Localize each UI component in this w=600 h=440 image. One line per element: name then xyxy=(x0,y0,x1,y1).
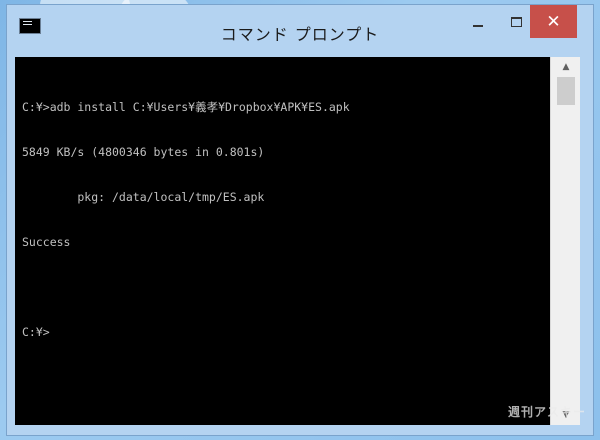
scroll-thumb[interactable] xyxy=(557,77,575,105)
title-bar[interactable]: コマンド プロンプト ✕ xyxy=(7,5,593,57)
maximize-icon xyxy=(510,17,522,27)
console-line: Success xyxy=(22,235,71,249)
console-prompt: C:¥> xyxy=(22,325,50,339)
console-line: C:¥>adb install C:¥Users¥義孝¥Dropbox¥APK¥… xyxy=(22,100,350,114)
chevron-up-icon: ▲ xyxy=(562,62,570,72)
command-prompt-window: コマンド プロンプト ✕ C:¥>adb install C:¥Users¥義孝… xyxy=(6,4,594,436)
close-icon: ✕ xyxy=(546,11,561,32)
console-line: pkg: /data/local/tmp/ES.apk xyxy=(22,190,265,204)
close-button[interactable]: ✕ xyxy=(530,5,577,38)
publisher-watermark: 週刊アスキー xyxy=(507,405,586,419)
vertical-scrollbar[interactable]: ▲ ▼ xyxy=(550,57,580,425)
console-output[interactable]: C:¥>adb install C:¥Users¥義孝¥Dropbox¥APK¥… xyxy=(15,57,550,425)
scroll-up-button[interactable]: ▲ xyxy=(551,57,581,77)
minimize-icon xyxy=(473,25,483,27)
console-line: 5849 KB/s (4800346 bytes in 0.801s) xyxy=(22,145,265,159)
